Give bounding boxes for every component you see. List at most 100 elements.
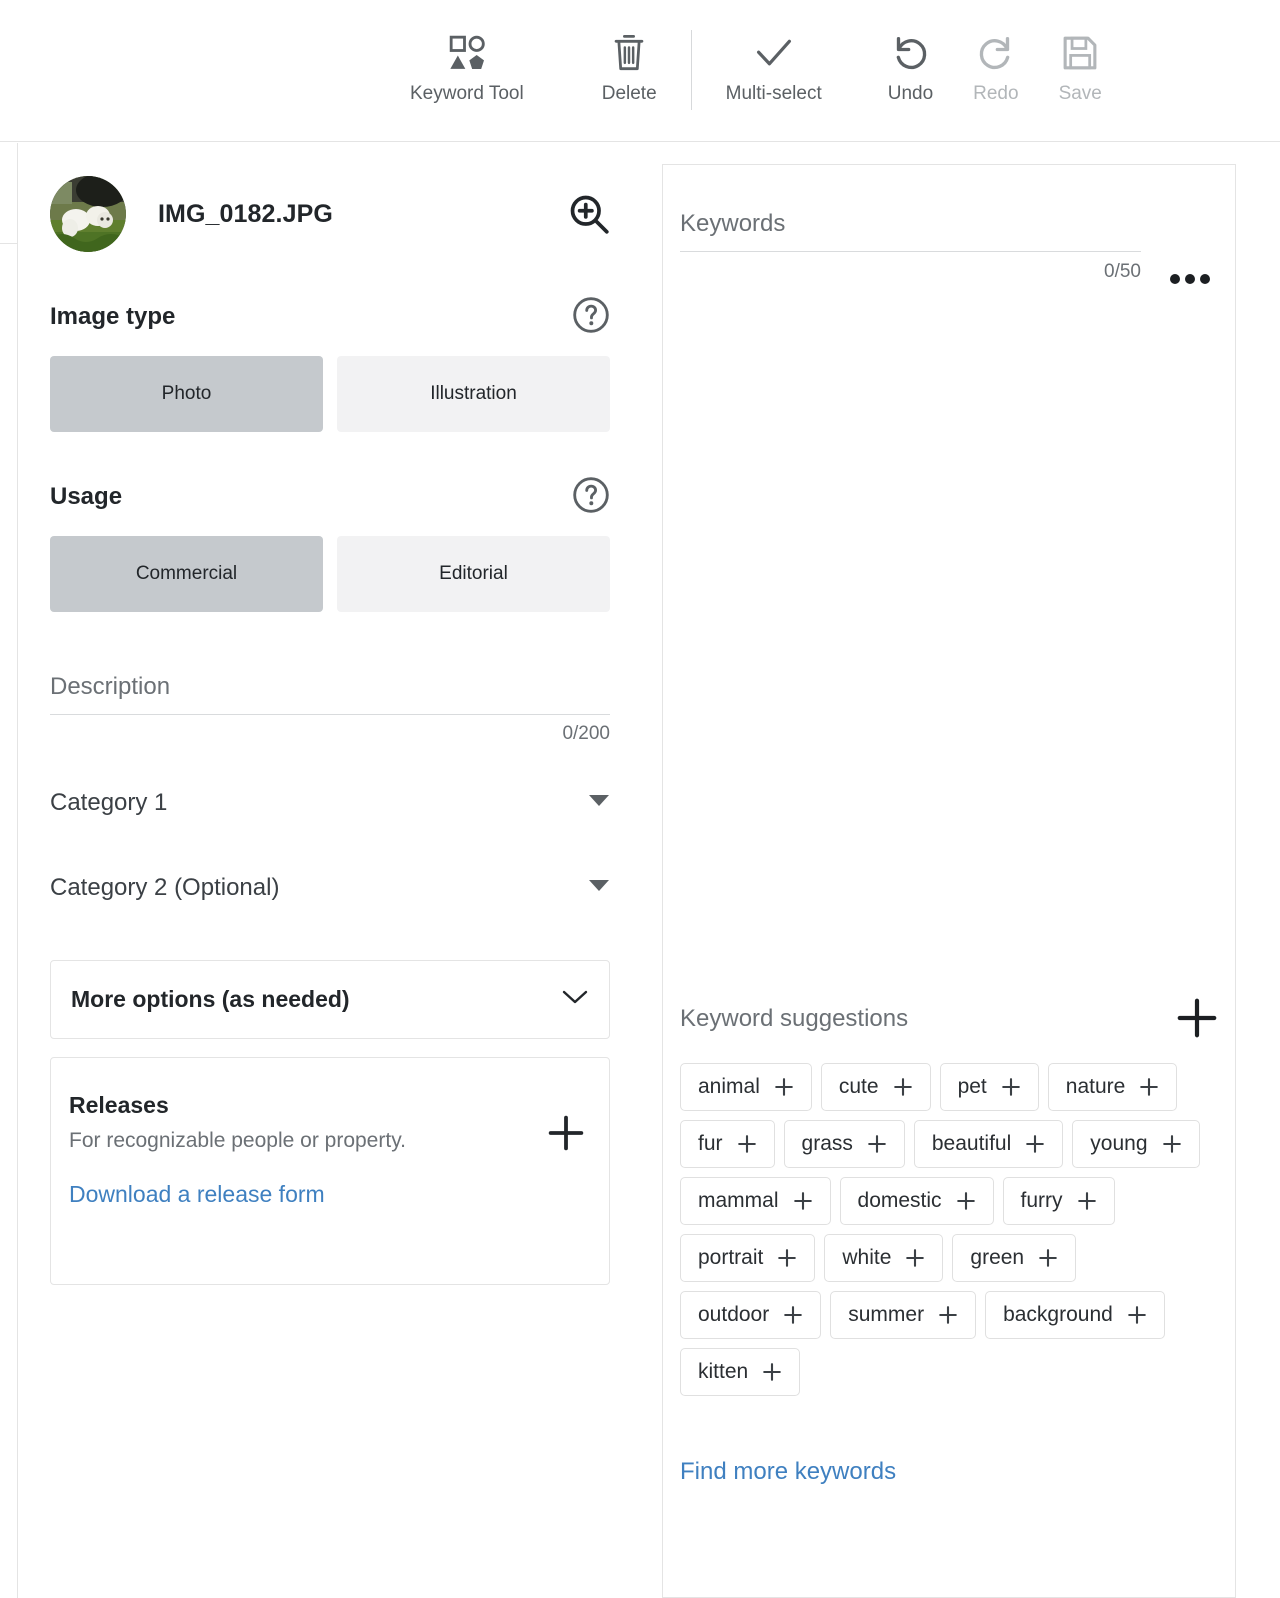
suggestion-chip[interactable]: pet (939, 1063, 1039, 1111)
plus-icon (1038, 1248, 1058, 1268)
suggestion-chip[interactable]: portrait (680, 1234, 816, 1282)
releases-title: Releases (69, 1092, 169, 1118)
plus-icon (867, 1134, 887, 1154)
plus-icon (1139, 1077, 1159, 1097)
delete-button[interactable]: Delete (602, 30, 657, 106)
magnifier-plus-icon[interactable] (568, 193, 610, 235)
usage-option-commercial[interactable]: Commercial (50, 536, 323, 612)
suggestion-chip-label: young (1090, 1132, 1148, 1155)
rail-divider (0, 243, 18, 244)
suggestion-chip[interactable]: summer (830, 1291, 977, 1339)
suggestion-chip[interactable]: cute (820, 1063, 931, 1111)
suggestion-chip-label: outdoor (698, 1303, 770, 1326)
suggestion-chip[interactable]: kitten (680, 1348, 801, 1396)
ellipsis-icon (1169, 272, 1211, 289)
suggestion-chip-label: kitten (698, 1360, 749, 1383)
suggestion-chip[interactable]: domestic (839, 1177, 994, 1225)
category-2-select[interactable]: Category 2 (Optional) (19, 874, 641, 915)
keyword-tool-label: Keyword Tool (410, 83, 524, 104)
keywords-panel: Keywords 0/50 (662, 164, 1236, 987)
caret-down-icon (588, 879, 610, 898)
save-label: Save (1058, 83, 1102, 104)
suggestion-chip[interactable]: fur (680, 1120, 775, 1168)
suggestion-chip-label: grass (801, 1132, 853, 1155)
suggestion-chip[interactable]: young (1072, 1120, 1200, 1168)
suggestion-chip-label: beautiful (931, 1132, 1012, 1155)
plus-icon (737, 1134, 757, 1154)
find-more-keywords-link[interactable]: Find more keywords (680, 1458, 896, 1486)
suggestion-chip-label: pet (957, 1075, 987, 1098)
file-header: IMG_0182.JPG (19, 176, 641, 252)
keyword-tool-button[interactable]: Keyword Tool (410, 30, 524, 106)
keywords-input[interactable]: Keywords (680, 210, 1141, 251)
metadata-panel: IMG_0182.JPG Image type Photo Illustrati… (19, 143, 641, 1598)
suggestion-chip[interactable]: furry (1002, 1177, 1115, 1225)
suggestion-chip-label: portrait (698, 1246, 764, 1269)
plus-icon (774, 1077, 794, 1097)
question-circle-icon (572, 296, 610, 337)
check-icon (754, 30, 794, 76)
delete-label: Delete (601, 83, 657, 104)
image-type-option-illustration[interactable]: Illustration (337, 356, 610, 432)
download-release-form-link[interactable]: Download a release form (69, 1181, 325, 1208)
description-underline (50, 714, 610, 715)
save-button[interactable]: Save (1059, 30, 1102, 106)
plus-icon (1162, 1134, 1182, 1154)
suggestion-chip-label: domestic (857, 1189, 942, 1212)
suggestion-chip-label: cute (838, 1075, 879, 1098)
add-release-button[interactable] (547, 1114, 585, 1155)
toolbar-divider (690, 30, 692, 110)
shapes-grid-icon (447, 30, 487, 76)
usage-segment-group: Commercial Editorial (19, 536, 641, 612)
suggestion-chip[interactable]: outdoor (680, 1291, 822, 1339)
suggestion-chip[interactable]: beautiful (913, 1120, 1064, 1168)
suggestion-chip-label: summer (848, 1303, 925, 1326)
keywords-input-wrap: Keywords 0/50 (680, 210, 1141, 283)
suggestions-header: Keyword suggestions (680, 963, 1218, 1061)
usage-header: Usage (19, 476, 641, 517)
image-type-option-photo[interactable]: Photo (50, 356, 323, 432)
suggestion-chip-label: white (842, 1246, 892, 1269)
suggestion-chip[interactable]: grass (783, 1120, 905, 1168)
plus-icon (938, 1305, 958, 1325)
left-rail-strip (0, 143, 18, 1598)
suggestion-chip-label: green (970, 1246, 1025, 1269)
multi-select-button[interactable]: Multi-select (726, 30, 822, 106)
redo-label: Redo (973, 83, 1019, 104)
plus-icon (793, 1191, 813, 1211)
usage-help-button[interactable] (572, 476, 610, 517)
plus-icon (1001, 1077, 1021, 1097)
releases-card: Releases For recognizable people or prop… (50, 1057, 610, 1285)
more-options-label: More options (as needed) (71, 986, 350, 1012)
undo-button[interactable]: Undo (888, 30, 933, 106)
suggestion-chip[interactable]: background (985, 1291, 1165, 1339)
suggestion-chip[interactable]: mammal (680, 1177, 831, 1225)
suggestion-chip[interactable]: animal (680, 1063, 812, 1111)
suggestion-chip[interactable]: white (824, 1234, 944, 1282)
chevron-down-icon (561, 988, 589, 1011)
suggestion-chip[interactable]: green (952, 1234, 1077, 1282)
floppy-disk-icon (1061, 30, 1099, 76)
usage-option-editorial[interactable]: Editorial (337, 536, 610, 612)
keywords-underline (680, 251, 1141, 252)
image-type-help-button[interactable] (572, 296, 610, 337)
plus-icon (762, 1362, 782, 1382)
keyword-suggestions-panel: Keyword suggestions animal cute pet nature f… (662, 963, 1236, 1598)
category-1-select[interactable]: Category 1 (19, 789, 641, 830)
redo-button[interactable]: Redo (973, 30, 1019, 106)
more-options-accordion[interactable]: More options (as needed) (50, 960, 610, 1039)
undo-arrow-icon (890, 30, 930, 76)
multi-select-label: Multi-select (725, 83, 822, 104)
description-input[interactable]: Description (50, 673, 610, 714)
suggestion-chip-label: animal (698, 1075, 760, 1098)
trash-icon (611, 30, 647, 76)
caret-down-icon (588, 794, 610, 813)
suggestion-chip-label: fur (698, 1132, 723, 1155)
plus-icon (1127, 1305, 1147, 1325)
category-2-label: Category 2 (Optional) (50, 874, 280, 901)
add-all-suggestions-button[interactable] (1176, 997, 1218, 1042)
plus-icon (956, 1191, 976, 1211)
keywords-menu-button[interactable] (1169, 272, 1211, 289)
suggestion-chip[interactable]: nature (1047, 1063, 1178, 1111)
description-counter: 0/200 (562, 723, 610, 744)
